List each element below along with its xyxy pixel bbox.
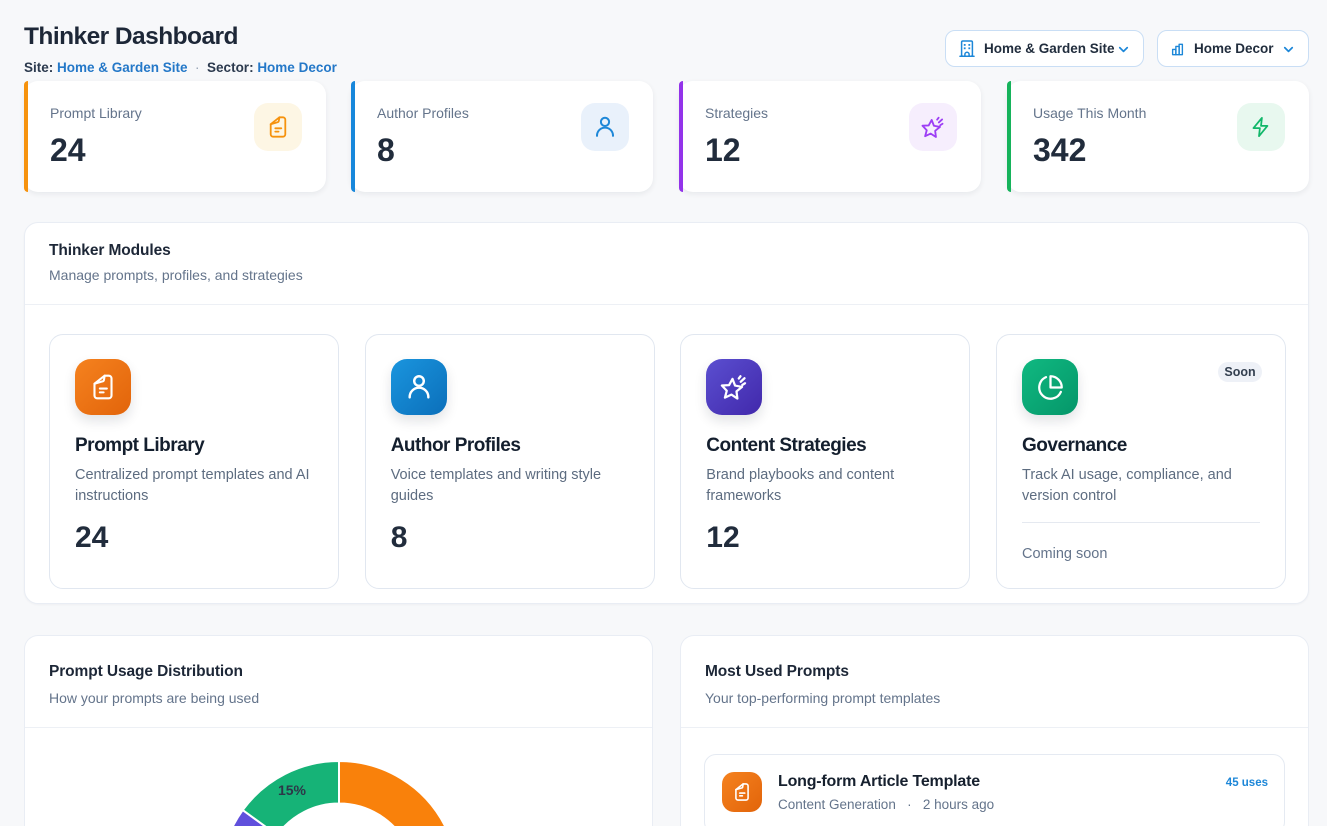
svg-text:15%: 15%	[278, 782, 307, 798]
